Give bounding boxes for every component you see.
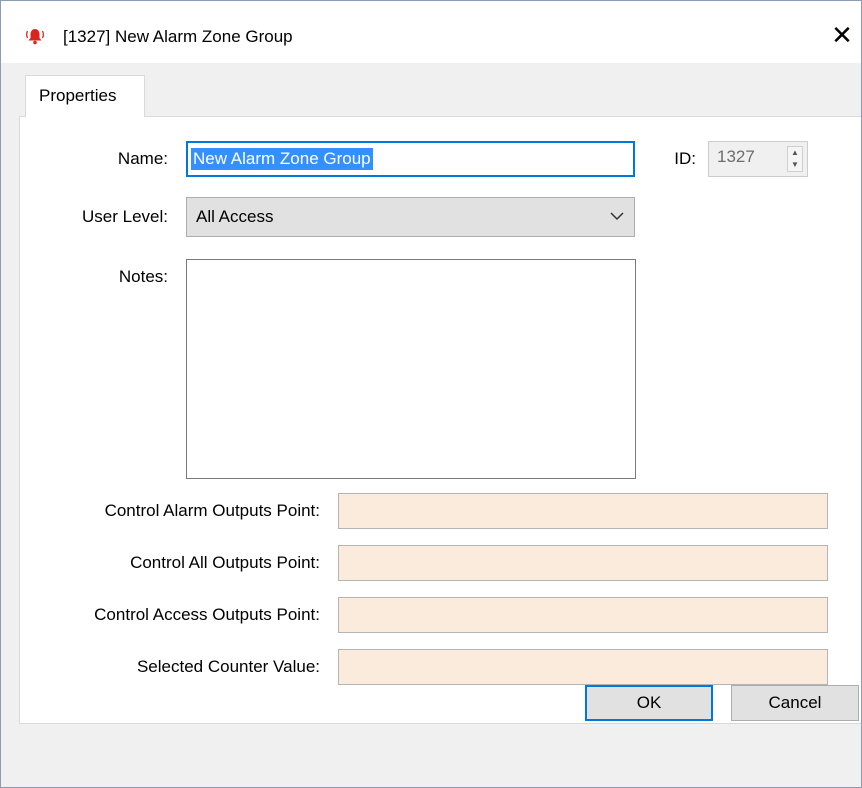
chevron-down-icon xyxy=(610,212,624,221)
window-title: [1327] New Alarm Zone Group xyxy=(63,27,293,46)
cancel-button[interactable]: Cancel xyxy=(731,685,859,721)
control-alarm-outputs-label: Control Alarm Outputs Point: xyxy=(104,501,320,520)
selected-counter-field[interactable] xyxy=(338,649,828,685)
notes-label: Notes: xyxy=(118,267,168,286)
ok-button[interactable]: OK xyxy=(585,685,713,721)
close-button[interactable]: ✕ xyxy=(829,21,855,49)
spin-up-icon[interactable]: ▲ xyxy=(788,147,802,159)
control-access-outputs-label: Control Access Outputs Point: xyxy=(94,605,320,624)
spin-down-icon[interactable]: ▼ xyxy=(788,159,802,171)
notes-textarea[interactable] xyxy=(186,259,636,479)
name-label: Name: xyxy=(117,149,168,168)
title-bar[interactable]: [1327] New Alarm Zone Group ✕ xyxy=(1,1,861,63)
user-level-label: User Level: xyxy=(82,207,168,226)
name-input[interactable]: New Alarm Zone Group xyxy=(186,141,635,177)
user-level-select[interactable]: All Access xyxy=(186,197,635,237)
id-label: ID: xyxy=(674,149,696,168)
control-access-outputs-field[interactable] xyxy=(338,597,828,633)
id-spin-buttons[interactable]: ▲ ▼ xyxy=(787,146,803,172)
name-input-selected-text: New Alarm Zone Group xyxy=(191,148,373,170)
selected-counter-label: Selected Counter Value: xyxy=(136,657,320,676)
id-value: 1327 xyxy=(717,147,755,166)
alarm-bell-icon xyxy=(26,29,44,45)
user-level-value: All Access xyxy=(196,207,274,226)
tab-properties-label: Properties xyxy=(39,86,117,105)
control-alarm-outputs-field[interactable] xyxy=(338,493,828,529)
control-all-outputs-field[interactable] xyxy=(338,545,828,581)
tab-properties[interactable]: Properties xyxy=(25,75,145,117)
id-spinner[interactable]: 1327 ▲ ▼ xyxy=(708,141,808,177)
dialog-window: [1327] New Alarm Zone Group ✕ Properties… xyxy=(0,0,862,788)
dialog-client-area: Properties Name: New Alarm Zone Group ID… xyxy=(1,63,861,787)
properties-panel: Name: New Alarm Zone Group ID: 1327 ▲ ▼ … xyxy=(19,116,861,724)
control-all-outputs-label: Control All Outputs Point: xyxy=(130,553,320,572)
